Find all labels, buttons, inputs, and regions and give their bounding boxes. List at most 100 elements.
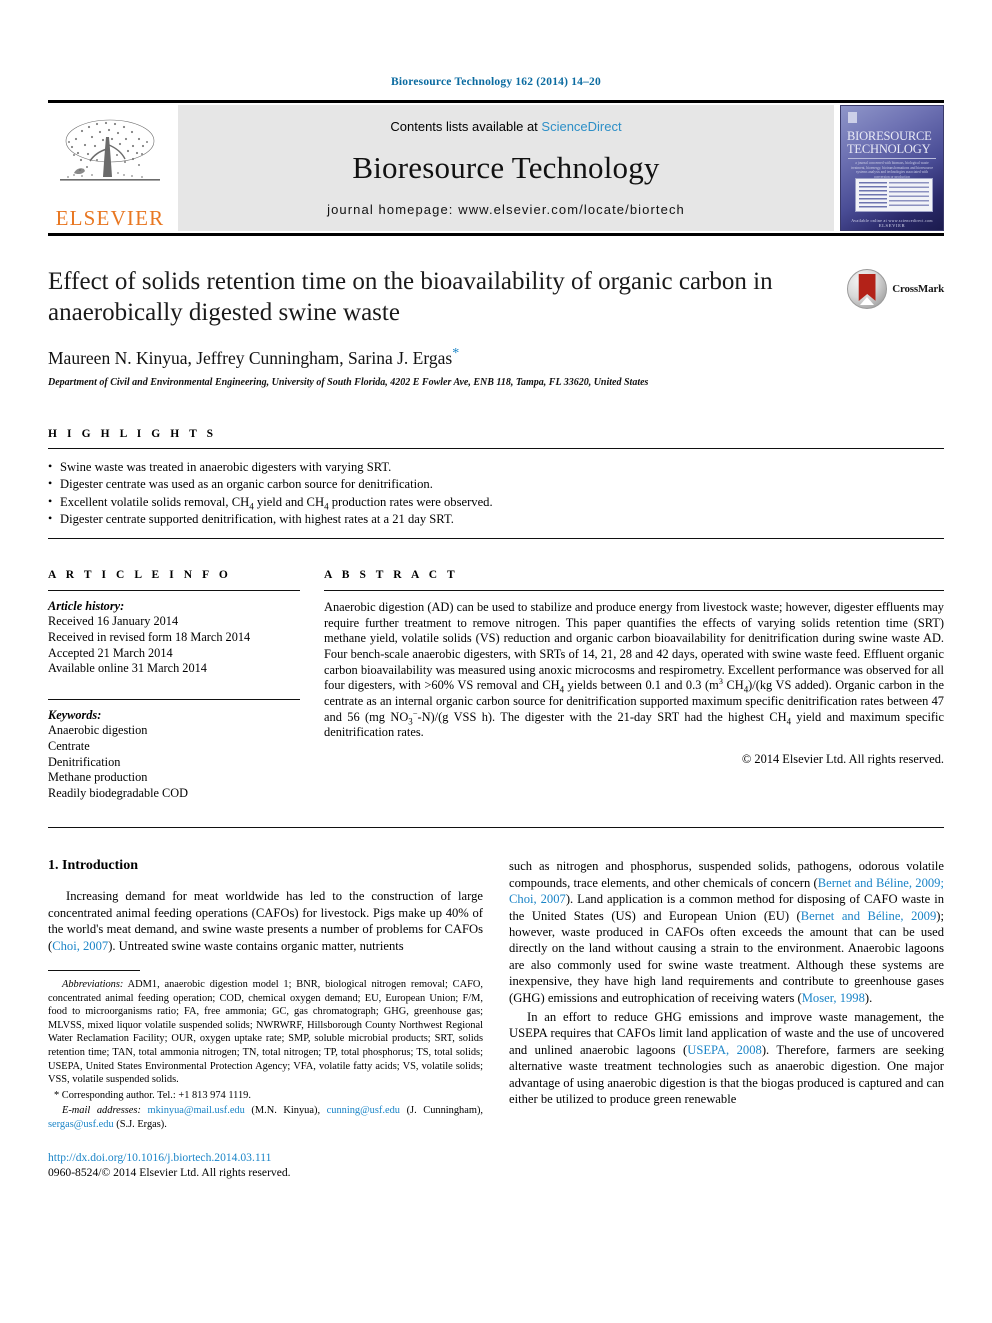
- highlights-rule-top: [48, 447, 944, 449]
- info-abstract-row: A R T I C L E I N F O Article history: R…: [48, 569, 944, 802]
- cover-corner-mark: [848, 112, 857, 123]
- contents-available-line: Contents lists available at ScienceDirec…: [390, 119, 621, 134]
- title-block: Effect of solids retention time on the b…: [48, 266, 944, 328]
- email-footnote: E-mail addresses: mkinyua@mail.usf.edu (…: [48, 1104, 483, 1131]
- abbreviations-text: ADM1, anaerobic digestion model 1; BNR, …: [48, 978, 483, 1086]
- doi-block: http://dx.doi.org/10.1016/j.biortech.201…: [48, 1150, 483, 1180]
- right-text-d: ).: [864, 990, 873, 1005]
- email-name-3: (S.J. Ergas).: [113, 1118, 167, 1130]
- right-column: such as nitrogen and phosphorus, suspend…: [509, 858, 944, 1179]
- email-addresses-label: E-mail addresses:: [62, 1105, 141, 1117]
- page-title: Effect of solids retention time on the b…: [48, 268, 773, 326]
- elsevier-logo: ELSEVIER: [48, 105, 172, 231]
- sciencedirect-link[interactable]: ScienceDirect: [541, 119, 621, 134]
- elsevier-wordmark: ELSEVIER: [55, 206, 165, 230]
- keyword-item: Denitrification: [48, 754, 121, 769]
- cover-footer-brand: ELSEVIER: [878, 223, 906, 228]
- keyword-item: Centrate: [48, 738, 90, 753]
- citation-bernet-beline-2009[interactable]: Bernet and Béline, 2009: [801, 909, 937, 923]
- title-text-wrap: Effect of solids retention time on the b…: [48, 266, 847, 328]
- article-info-rule: [48, 589, 300, 591]
- keywords-label: Keywords:: [48, 707, 102, 722]
- body-columns: 1. Introduction Increasing demand for me…: [48, 858, 944, 1179]
- history-item: Available online 31 March 2014: [48, 661, 207, 676]
- citation-moser-1998[interactable]: Moser, 1998: [802, 991, 865, 1005]
- corresponding-author-marker: *: [452, 346, 460, 361]
- history-item: Received 16 January 2014: [48, 614, 179, 629]
- abbreviations-footnote: Abbreviations: ADM1, anaerobic digestion…: [48, 978, 483, 1087]
- history-item: Received in revised form 18 March 2014: [48, 630, 251, 645]
- journal-homepage-link[interactable]: journal homepage: www.elsevier.com/locat…: [327, 202, 685, 217]
- journal-header-center: Contents lists available at ScienceDirec…: [178, 105, 834, 231]
- right-paragraph-1: such as nitrogen and phosphorus, suspend…: [509, 858, 944, 1006]
- list-item: Swine waste was treated in anaerobic dig…: [48, 458, 944, 476]
- history-item: Accepted 21 March 2014: [48, 645, 173, 660]
- footnote-block: Abbreviations: ADM1, anaerobic digestion…: [48, 969, 483, 1180]
- cover-figure-left: [859, 182, 887, 208]
- abstract-text: Anaerobic digestion (AD) can be used to …: [324, 599, 945, 740]
- intro-text-b: ). Untreated swine waste contains organi…: [108, 938, 404, 953]
- highlights-heading: H I G H L I G H T S: [48, 427, 217, 440]
- citation-usepa-2008[interactable]: USEPA, 2008: [687, 1043, 762, 1057]
- cover-figure-right: [889, 182, 929, 208]
- cover-title-line2: TECHNOLOGY: [847, 141, 931, 156]
- highlight-text: Digester centrate supported denitrificat…: [60, 512, 454, 527]
- footnote-rule: [48, 969, 140, 971]
- author-list: Maureen N. Kinyua, Jeffrey Cunningham, S…: [48, 346, 944, 369]
- highlight-text: Swine waste was treated in anaerobic dig…: [60, 459, 392, 474]
- crossmark-badge[interactable]: CrossMark: [847, 266, 944, 309]
- keywords-rule: [48, 698, 300, 700]
- article-history-label: Article history:: [48, 598, 125, 613]
- article-page: Bioresource Technology 162 (2014) 14–20: [0, 0, 992, 1323]
- contents-prefix: Contents lists available at: [390, 119, 542, 134]
- email-link-kinyua[interactable]: mkinyua@mail.usf.edu: [148, 1105, 245, 1116]
- intro-paragraph-1: Increasing demand for meat worldwide has…: [48, 888, 483, 954]
- left-column: 1. Introduction Increasing demand for me…: [48, 858, 483, 1179]
- highlights-rule-bottom: [48, 537, 944, 539]
- cover-rule: [848, 158, 936, 159]
- highlights-list: Swine waste was treated in anaerobic dig…: [48, 458, 944, 528]
- journal-title: Bioresource Technology: [352, 150, 660, 185]
- abstract-copyright: © 2014 Elsevier Ltd. All rights reserved…: [741, 752, 944, 767]
- list-item: Digester centrate was used as an organic…: [48, 475, 944, 493]
- cover-title-line1: BIORESOURCE: [847, 129, 932, 143]
- journal-cover-thumbnail: BIORESOURCE TECHNOLOGY a journal concern…: [840, 105, 944, 231]
- abbreviations-label: Abbreviations:: [62, 978, 124, 990]
- abstract-column: A B S T R A C T Anaerobic digestion (AD)…: [324, 569, 944, 802]
- author-names: Maureen N. Kinyua, Jeffrey Cunningham, S…: [48, 347, 453, 368]
- article-info-heading: A R T I C L E I N F O: [48, 568, 232, 581]
- keyword-item: Readily biodegradable COD: [48, 785, 189, 800]
- cover-figure: [855, 178, 933, 212]
- keyword-item: Anaerobic digestion: [48, 723, 148, 738]
- email-link-ergas[interactable]: sergas@usf.edu: [48, 1119, 114, 1130]
- keyword-item: Methane production: [48, 770, 148, 785]
- crossmark-icon: [847, 269, 888, 309]
- abstract-rule: [324, 589, 944, 591]
- keywords-block: Keywords: Anaerobic digestion Centrate D…: [48, 708, 300, 802]
- cover-subtitle: a journal concerned with biomass, biolog…: [850, 161, 934, 179]
- email-name-1: (M.N. Kinyua),: [244, 1105, 327, 1117]
- list-item: Digester centrate supported denitrificat…: [48, 510, 944, 528]
- affiliation: Department of Civil and Environmental En…: [48, 376, 649, 388]
- email-link-cunningham[interactable]: cunning@usf.edu: [327, 1105, 400, 1116]
- journal-header-band: ELSEVIER Contents lists available at Sci…: [48, 100, 944, 236]
- abstract-part-5: -N)/(g VSS h). The digester with the 21-…: [417, 709, 787, 724]
- abstract-heading: A B S T R A C T: [324, 568, 459, 581]
- elsevier-tree-icon: [60, 119, 160, 181]
- abstract-part-3: CH: [722, 678, 744, 693]
- highlight-text: Digester centrate was used as an organic…: [60, 477, 433, 492]
- list-item: Excellent volatile solids removal, CH4 y…: [48, 493, 944, 511]
- abstract-part-2: yields between 0.1 and 0.3 (m: [564, 678, 719, 693]
- email-name-2: (J. Cunningham),: [399, 1105, 483, 1117]
- doi-link[interactable]: http://dx.doi.org/10.1016/j.biortech.201…: [48, 1150, 483, 1165]
- citation-choi-2007[interactable]: Choi, 2007: [52, 939, 108, 953]
- cover-title: BIORESOURCE TECHNOLOGY: [847, 130, 937, 155]
- article-history-block: Article history: Received 16 January 201…: [48, 599, 300, 677]
- crossmark-label: CrossMark: [892, 283, 944, 295]
- corresponding-author-footnote: * Corresponding author. Tel.: +1 813 974…: [54, 1089, 251, 1101]
- section-divider: [48, 827, 944, 829]
- introduction-heading: 1. Introduction: [48, 858, 138, 874]
- article-info-column: A R T I C L E I N F O Article history: R…: [48, 569, 300, 802]
- issn-copyright: 0960-8524/© 2014 Elsevier Ltd. All right…: [48, 1165, 291, 1179]
